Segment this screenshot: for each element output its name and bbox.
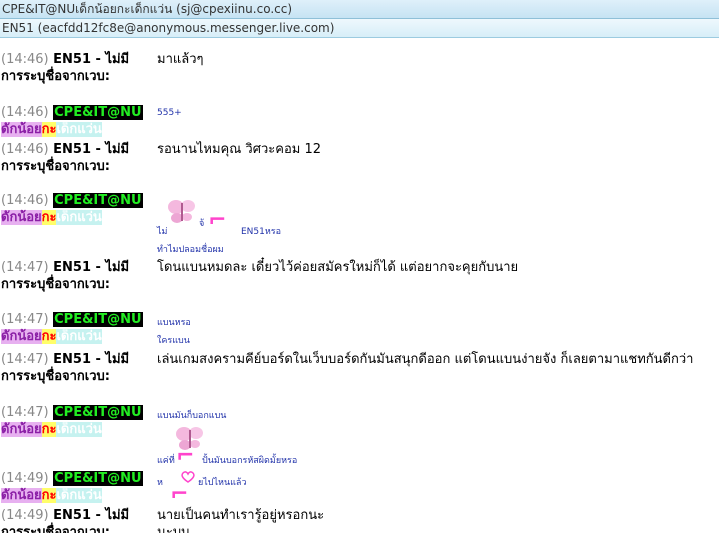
message-text: แบนมันก็บอกแบน	[157, 411, 227, 421]
sender-name-part: CPE&IT@NU	[53, 405, 143, 420]
sender-name-part: เด็กแว่น	[56, 422, 102, 437]
message-time: (14:46)	[1, 193, 49, 208]
message-text: มาแล้วๆ	[157, 52, 204, 67]
conversation-header-secondary: EN51 (eacfdd12fc8e@anonymous.messenger.l…	[0, 19, 719, 38]
sender-name-part: เด็กแว่น	[56, 329, 102, 344]
message-text: นะบบ	[157, 525, 190, 533]
message-sender: (14:47) EN51 - ไม่มีการระบุชื่อจากเวบ:	[1, 351, 151, 385]
sender-name-part: กะ	[41, 488, 57, 503]
message-time: (14:47)	[1, 260, 49, 275]
message-sender: (14:49) EN51 - ไม่มีการระบุชื่อจากเวบ:	[1, 507, 151, 533]
message-sender: (14:46) CPE&IT@NU ดักน้อยกะเด็กแว่น	[1, 104, 151, 138]
contact-address: EN51 (eacfdd12fc8e@anonymous.messenger.l…	[2, 21, 335, 35]
sender-name-part: เด็กแว่น	[56, 488, 102, 503]
message-time: (14:47)	[1, 312, 49, 327]
pink-hook-glyph: ⌐	[170, 482, 189, 507]
message-text: นายเป็นคนทำเรารู้อยู่หรอกนะ	[157, 508, 325, 523]
conversation-header-primary: CPE&IT@NUเด็กน้อยกะเด็กแว่น (sj@cpexiinu…	[0, 0, 719, 19]
sender-name-part: เด็กแว่น	[56, 210, 102, 225]
sender-name-part: CPE&IT@NU	[53, 193, 143, 208]
message-sender: (14:49) CPE&IT@NU ดักน้อยกะเด็กแว่น	[1, 470, 151, 504]
contact-title: CPE&IT@NUเด็กน้อยกะเด็กแว่น (sj@cpexiinu…	[2, 2, 293, 16]
sender-name-part: เด็กแว่น	[56, 122, 102, 137]
message-sender: (14:46) CPE&IT@NU ดักน้อยกะเด็กแว่น	[1, 192, 151, 226]
message-text: EN51หรอ	[241, 227, 282, 237]
sender-name-part: ดักน้อย	[1, 488, 42, 503]
sender-name-part: ดักน้อย	[1, 210, 42, 225]
sender-name-part: กะ	[41, 210, 57, 225]
sender-name-part: CPE&IT@NU	[53, 105, 143, 120]
message-sender: (14:46) EN51 - ไม่มีการระบุชื่อจากเวบ:	[1, 51, 151, 85]
message-text: ใครแบน	[157, 336, 190, 346]
message-text: เล่นเกมสงครามคีย์บอร์ดในเว็บบอร์ดกันมันส…	[157, 352, 694, 367]
pink-hook-glyph: ¬	[176, 444, 195, 469]
message-text: 555+	[157, 108, 182, 118]
message-text: ทำไมปลอมชื่อผม	[157, 245, 224, 255]
message-text: แบนหรอ	[157, 318, 191, 328]
sender-name-part: กะ	[41, 122, 57, 137]
message-time: (14:46)	[1, 142, 49, 157]
message-time: (14:49)	[1, 508, 49, 523]
message-time: (14:47)	[1, 405, 49, 420]
message-time: (14:49)	[1, 471, 49, 486]
message-time: (14:47)	[1, 352, 49, 367]
chat-transcript[interactable]: (14:46) EN51 - ไม่มีการระบุชื่อจากเวบ: ม…	[0, 41, 719, 533]
sender-name-part: ดักน้อย	[1, 422, 42, 437]
message-text: จ้	[199, 219, 205, 229]
sender-name-part: CPE&IT@NU	[53, 471, 143, 486]
sender-name-part: กะ	[41, 329, 57, 344]
butterfly-emoticon	[168, 200, 195, 223]
sender-name-part: ดักน้อย	[1, 122, 42, 137]
message-text: โดนแบนหมดละ เดี๋ยวไว้ค่อยสมัครใหม่ก็ได้ …	[157, 260, 519, 275]
message-time: (14:46)	[1, 52, 49, 67]
message-text: ยไปไหนแล้ว	[198, 478, 247, 488]
pink-hook-glyph: ⌐	[208, 208, 227, 233]
message-text: ปั้นมันบอกรหัสผิดมั้ยหรอ	[202, 456, 298, 466]
sender-name-part: ดักน้อย	[1, 329, 42, 344]
message-time: (14:46)	[1, 105, 49, 120]
message-sender: (14:47) CPE&IT@NU ดักน้อยกะเด็กแว่น	[1, 311, 151, 345]
sender-name-part: กะ	[41, 422, 57, 437]
message-sender: (14:46) EN51 - ไม่มีการระบุชื่อจากเวบ:	[1, 141, 151, 175]
sender-name-part: CPE&IT@NU	[53, 312, 143, 327]
message-sender: (14:47) CPE&IT@NU ดักน้อยกะเด็กแว่น	[1, 404, 151, 438]
message-text: แค่ที่	[157, 456, 175, 466]
message-text: รอนานไหมคุณ วิศวะคอม 12	[157, 142, 322, 157]
message-sender: (14:47) EN51 - ไม่มีการระบุชื่อจากเวบ:	[1, 259, 151, 293]
message-text: ห	[157, 478, 163, 488]
